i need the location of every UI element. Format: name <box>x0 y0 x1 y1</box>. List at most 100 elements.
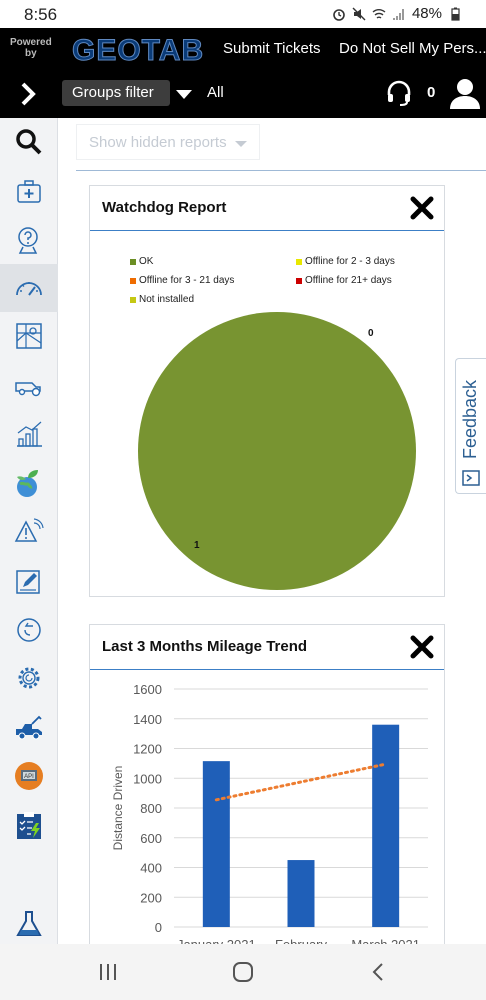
speedometer-icon <box>16 282 42 296</box>
y-tick-label: 0 <box>155 920 162 935</box>
edit-icon <box>16 570 40 594</box>
legend-label: Offline for 3 - 21 days <box>139 275 235 286</box>
y-tick-label: 1000 <box>133 771 162 786</box>
alarm-icon <box>333 8 345 21</box>
legend-swatch <box>130 277 136 284</box>
y-tick-label: 600 <box>140 831 162 846</box>
y-tick-label: 400 <box>140 861 162 876</box>
help-icon <box>18 227 38 254</box>
vehicle-icon <box>15 382 41 397</box>
rules-icon <box>17 618 41 642</box>
sidebar-item-map[interactable] <box>0 312 58 360</box>
recent-apps-icon[interactable] <box>96 960 120 984</box>
sidebar: API <box>0 118 58 944</box>
powered-by: Powered by <box>10 37 52 59</box>
submit-tickets-link[interactable]: Submit Tickets <box>223 40 321 57</box>
search-icon <box>16 129 42 155</box>
mileage-bar-chart: 0 200 400 600 800 1000 1200 1400 1600 Distance Dr… <box>111 682 428 944</box>
checklist-icon <box>17 812 41 839</box>
map-icon <box>16 323 42 349</box>
sidebar-item-sustainability[interactable] <box>0 460 58 508</box>
sidebar-item-vehicle[interactable] <box>0 362 58 410</box>
expand-menu-icon[interactable] <box>14 80 42 108</box>
card-title: Watchdog Report <box>102 199 227 216</box>
sidebar-item-edit[interactable] <box>0 558 58 606</box>
legend-swatch <box>296 277 302 284</box>
y-tick-label: 1400 <box>133 712 162 727</box>
sidebar-item-first-aid[interactable] <box>0 168 58 216</box>
alert-icon <box>14 518 44 542</box>
groups-filter-button[interactable]: Groups filter <box>62 80 170 106</box>
x-tick-label: March 2021 <box>351 937 420 944</box>
first-aid-icon <box>17 180 41 203</box>
svg-text:API: API <box>24 774 34 780</box>
do-not-sell-link[interactable]: Do Not Sell My Pers... <box>339 40 486 57</box>
legend-label: Offline for 2 - 3 days <box>305 256 395 267</box>
y-tick-label: 1600 <box>133 682 162 697</box>
legend-item: Offline for 2 - 3 days <box>296 256 395 267</box>
y-tick-label: 1200 <box>133 742 162 757</box>
show-hidden-reports-select[interactable]: Show hidden reports <box>76 124 260 160</box>
watchdog-report-card: Watchdog Report OK Offline for 2 - 3 day… <box>89 185 445 597</box>
signal-icon <box>392 8 404 20</box>
user-icon[interactable] <box>448 76 482 110</box>
brand-bar: Powered by GEOTAB Submit Tickets Do Not S… <box>0 28 486 70</box>
headset-icon[interactable] <box>386 79 412 107</box>
legend-item: Offline for 3 - 21 days <box>130 275 234 286</box>
geotab-logo: GEOTAB <box>71 34 205 68</box>
sidebar-item-alerts[interactable] <box>0 508 58 556</box>
sidebar-item-reports[interactable] <box>0 410 58 458</box>
pie-label-zero: 0 <box>368 328 374 339</box>
legend-item: Not installed <box>130 294 194 305</box>
sidebar-item-settings[interactable] <box>0 654 58 702</box>
sidebar-item-rules[interactable] <box>0 606 58 654</box>
api-icon: API <box>15 762 43 790</box>
chevron-down-icon <box>235 141 247 147</box>
sidebar-item-lab[interactable] <box>0 900 58 948</box>
pie-slice-ok <box>138 312 416 590</box>
close-icon[interactable] <box>410 196 434 220</box>
nav-bar: Groups filter All 0 <box>0 70 486 118</box>
sidebar-item-help[interactable] <box>0 216 58 264</box>
status-icons: 48% <box>332 5 462 22</box>
sidebar-item-speedometer[interactable] <box>0 264 58 312</box>
y-axis-label: Distance Driven <box>111 766 125 851</box>
bar <box>287 860 315 927</box>
sidebar-item-search[interactable] <box>0 118 58 166</box>
chevron-down-icon[interactable] <box>176 90 192 99</box>
back-icon[interactable] <box>367 960 391 984</box>
legend-label: Offline for 21+ days <box>305 275 392 286</box>
chart-icon <box>17 421 42 447</box>
y-tick-label: 200 <box>140 890 162 905</box>
battery-icon <box>451 7 460 21</box>
legend-item: OK <box>130 256 153 267</box>
hidden-reports-placeholder: Show hidden reports <box>89 134 227 151</box>
mileage-trend-card: Last 3 Months Mileage Trend 0 200 400 600 80… <box>89 624 445 944</box>
sidebar-item-api[interactable]: API <box>0 752 58 800</box>
status-time: 8:56 <box>24 5 58 24</box>
legend-item: Offline for 21+ days <box>296 275 392 286</box>
feedback-label: Feedback <box>460 379 480 459</box>
pie-label-ok: 1 <box>194 540 200 551</box>
groups-value[interactable]: All <box>207 84 224 101</box>
close-icon[interactable] <box>410 635 434 659</box>
sidebar-item-checklist[interactable] <box>0 802 58 850</box>
notification-count: 0 <box>427 84 436 101</box>
wifi-icon <box>372 8 386 19</box>
battery-percent: 48% <box>411 5 442 22</box>
main-content: Show hidden reports Watchdog Report OK O… <box>58 118 486 944</box>
x-tick-label: January 2021 <box>177 937 256 944</box>
feedback-tab[interactable]: Feedback <box>455 358 486 494</box>
sidebar-item-tow-truck[interactable] <box>0 704 58 752</box>
home-icon[interactable] <box>231 960 255 984</box>
divider <box>76 170 486 171</box>
card-title: Last 3 Months Mileage Trend <box>102 638 308 655</box>
card-header: Watchdog Report <box>90 186 444 231</box>
legend-swatch <box>296 258 302 265</box>
legend-label: OK <box>139 256 154 267</box>
tow-truck-icon <box>16 715 42 740</box>
legend-swatch <box>130 258 136 265</box>
lab-icon <box>16 911 42 936</box>
android-nav-bar <box>0 944 486 1000</box>
trendline <box>214 762 388 802</box>
